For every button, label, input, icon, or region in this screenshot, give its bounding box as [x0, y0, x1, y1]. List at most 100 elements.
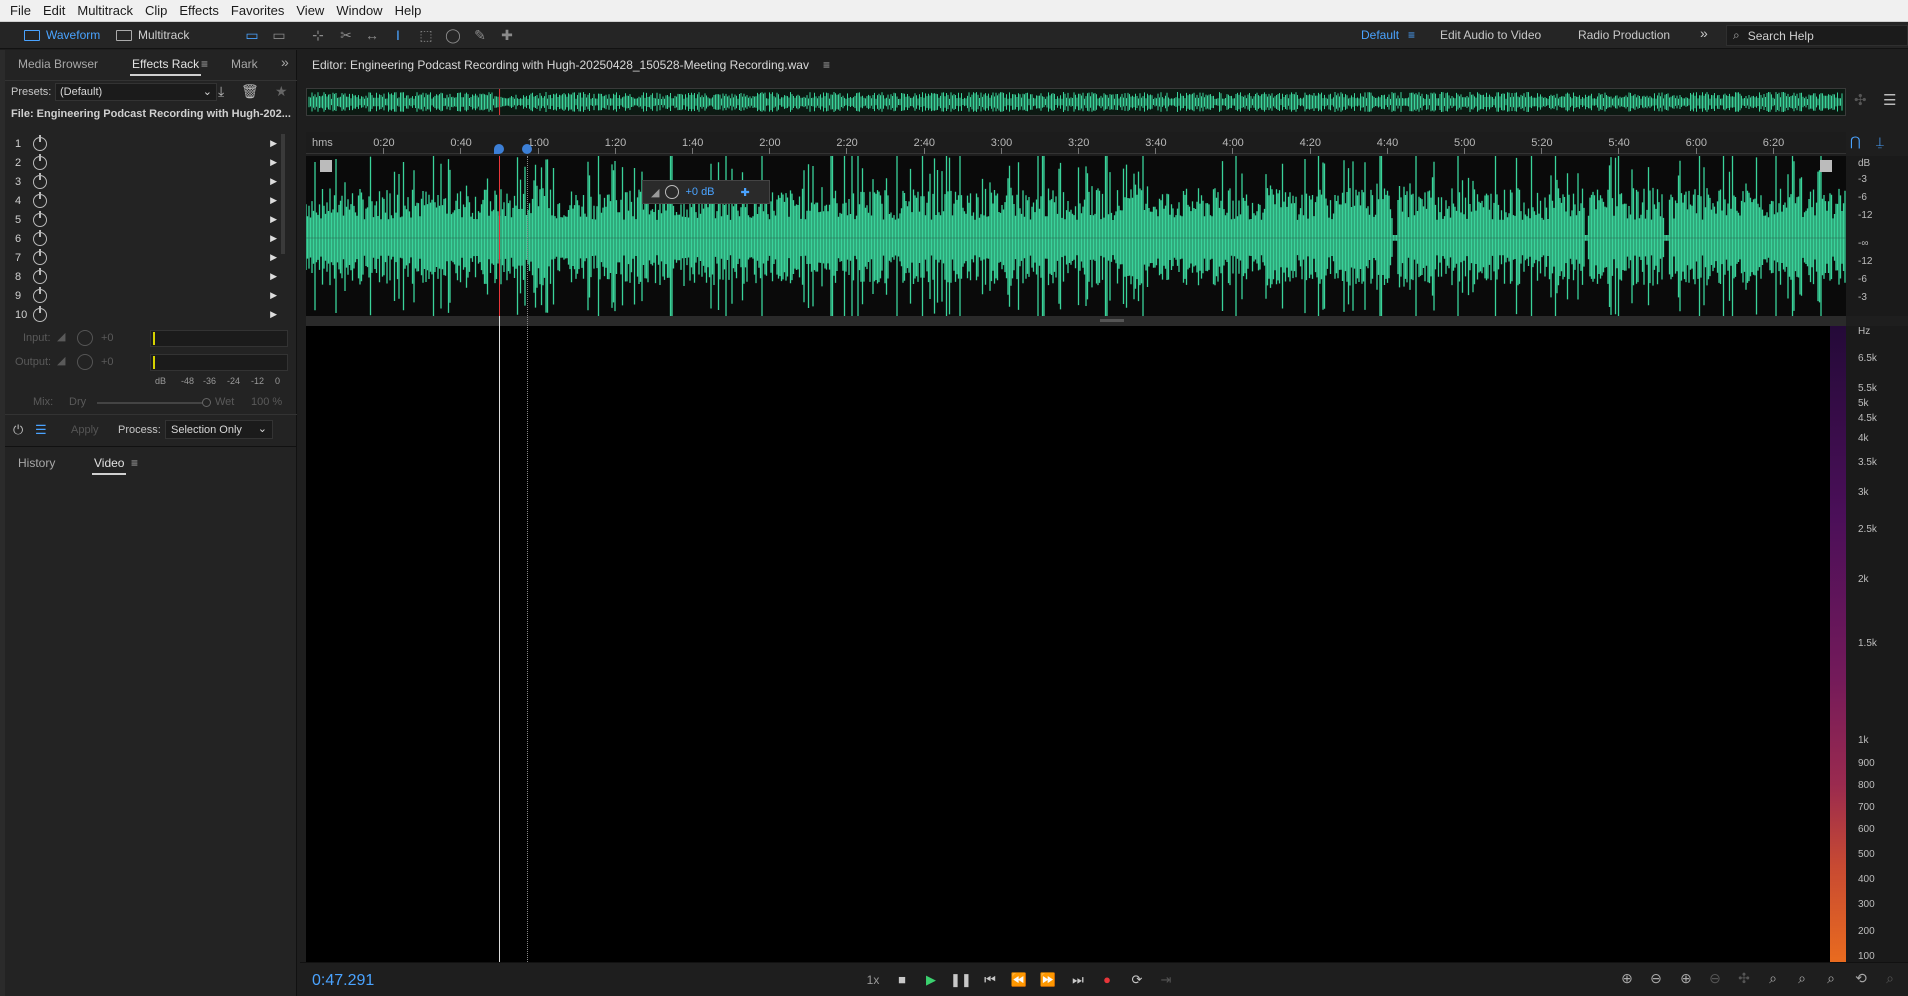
- spot-healing-icon[interactable]: ✚: [497, 26, 517, 44]
- search-help-field[interactable]: ⌕ Search Help: [1726, 25, 1908, 46]
- playback-speed[interactable]: 1x: [863, 972, 883, 988]
- record-button[interactable]: ●: [1097, 972, 1117, 988]
- spectral-pitch-icon[interactable]: ▭: [269, 26, 289, 44]
- expand-arrow-icon[interactable]: ▶: [270, 214, 277, 225]
- rewind-button[interactable]: ⏪: [1009, 972, 1029, 988]
- expand-arrow-icon[interactable]: ▶: [270, 271, 277, 282]
- zoom-in-amplitude-icon[interactable]: ⊕: [1617, 970, 1637, 988]
- waveform-view-button[interactable]: Waveform: [16, 25, 108, 45]
- video-panel-menu-icon[interactable]: ≡: [131, 456, 138, 470]
- time-display[interactable]: 0:47.291: [312, 972, 374, 990]
- brush-tool-icon[interactable]: ✎: [470, 26, 490, 44]
- fast-forward-button[interactable]: ⏩: [1038, 972, 1058, 988]
- zoom-reset-icon[interactable]: ⟲: [1851, 970, 1871, 988]
- next-button[interactable]: ⏭: [1068, 972, 1088, 988]
- pause-button[interactable]: ❚❚: [950, 972, 972, 988]
- favorite-star-icon[interactable]: ★: [275, 83, 288, 100]
- marquee-tool-icon[interactable]: ⬚: [416, 26, 436, 44]
- tab-markers[interactable]: Mark: [231, 57, 258, 71]
- menu-file[interactable]: File: [4, 3, 37, 18]
- spectral-frequency-display[interactable]: [306, 326, 1846, 962]
- zoom-selection-icon[interactable]: ✣: [1734, 970, 1754, 988]
- expand-arrow-icon[interactable]: ▶: [270, 233, 277, 244]
- save-preset-icon[interactable]: ⤓: [218, 83, 224, 100]
- multitrack-view-button[interactable]: Multitrack: [108, 25, 197, 45]
- zoom-in-icon[interactable]: ⌕: [1763, 970, 1783, 988]
- effects-rack-menu-icon[interactable]: ≡: [201, 57, 208, 71]
- time-selection-tool-icon[interactable]: I: [388, 26, 408, 44]
- playhead-line[interactable]: [498, 156, 500, 962]
- previous-button[interactable]: ⏮: [980, 972, 1000, 988]
- panel-more-icon[interactable]: »: [281, 54, 289, 70]
- menu-effects[interactable]: Effects: [173, 3, 225, 18]
- fade-out-handle-icon[interactable]: [1820, 160, 1832, 172]
- effect-slot[interactable]: 7 ▶: [15, 248, 277, 267]
- mix-slider-handle[interactable]: [202, 398, 211, 407]
- menu-view[interactable]: View: [290, 3, 330, 18]
- power-icon[interactable]: [33, 305, 47, 322]
- razor-tool-icon[interactable]: ✂: [336, 26, 356, 44]
- expand-arrow-icon[interactable]: ▶: [270, 309, 277, 320]
- menu-multitrack[interactable]: Multitrack: [71, 3, 139, 18]
- effect-slot[interactable]: 5 ▶: [15, 210, 277, 229]
- output-knob[interactable]: [77, 354, 93, 370]
- apply-button[interactable]: Apply: [71, 424, 99, 436]
- workspace-default[interactable]: Default: [1361, 28, 1399, 42]
- power-icon[interactable]: [33, 248, 47, 265]
- power-icon[interactable]: [33, 191, 47, 208]
- list-icon[interactable]: ☰: [35, 422, 47, 438]
- zoom-out-icon[interactable]: ⌕: [1792, 970, 1812, 988]
- zoom-fit-icon[interactable]: ⌕: [1880, 970, 1900, 988]
- spectral-display-icon[interactable]: ▭: [242, 26, 262, 44]
- zoom-navigator-icon[interactable]: ✣: [1854, 91, 1867, 109]
- expand-arrow-icon[interactable]: ▶: [270, 252, 277, 263]
- skip-selection-button[interactable]: ⇥: [1156, 972, 1176, 988]
- zoom-out-amplitude-icon[interactable]: ⊖: [1646, 970, 1666, 988]
- power-icon[interactable]: [33, 172, 47, 189]
- zoom-in-point-icon[interactable]: ⌕: [1821, 970, 1841, 988]
- delete-preset-icon[interactable]: 🗑: [241, 83, 259, 100]
- overview-waveform[interactable]: [306, 88, 1846, 116]
- expand-arrow-icon[interactable]: ▶: [270, 157, 277, 168]
- power-icon[interactable]: [33, 229, 47, 246]
- lasso-tool-icon[interactable]: ◯: [443, 26, 463, 44]
- stop-button[interactable]: ■: [892, 972, 912, 988]
- tab-history[interactable]: History: [18, 456, 55, 470]
- tab-media-browser[interactable]: Media Browser: [18, 57, 98, 71]
- mix-slider[interactable]: [97, 398, 211, 407]
- workspace-menu-icon[interactable]: ≡: [1408, 28, 1415, 42]
- play-button[interactable]: ▶: [921, 972, 941, 988]
- expand-arrow-icon[interactable]: ▶: [270, 176, 277, 187]
- effect-slot[interactable]: 6 ▶: [15, 229, 277, 248]
- editor-menu-icon[interactable]: ≡: [823, 58, 830, 72]
- effect-slot[interactable]: 10 ▶: [15, 305, 277, 324]
- zoom-in-time-icon[interactable]: ⊕: [1676, 970, 1696, 988]
- expand-arrow-icon[interactable]: ▶: [270, 138, 277, 149]
- workspace-more-icon[interactable]: »: [1700, 25, 1708, 41]
- presets-dropdown[interactable]: (Default) ⌄: [55, 83, 217, 101]
- waveform-display[interactable]: ◢ +0 dB ✚: [305, 137, 1846, 334]
- menu-help[interactable]: Help: [389, 3, 428, 18]
- panel-options-icon[interactable]: ☰: [1883, 91, 1896, 109]
- workspace-edit-audio-video[interactable]: Edit Audio to Video: [1440, 28, 1541, 42]
- power-icon[interactable]: [33, 210, 47, 227]
- time-ruler[interactable]: hms 0:20 0:40 1:00 1:20 1:40 2:00 2:20 2:40 3:00…: [306, 132, 1846, 154]
- effect-slot[interactable]: 9 ▶: [15, 286, 277, 305]
- zoom-out-full-icon[interactable]: ⊖: [1705, 970, 1725, 988]
- menu-edit[interactable]: Edit: [37, 3, 71, 18]
- pin-marker-icon[interactable]: ⍊: [1876, 134, 1884, 150]
- slots-scrollbar[interactable]: [281, 134, 285, 254]
- power-icon[interactable]: [33, 134, 47, 151]
- power-icon[interactable]: [33, 267, 47, 284]
- tab-video[interactable]: Video: [91, 456, 128, 475]
- expand-arrow-icon[interactable]: ▶: [270, 290, 277, 301]
- power-all-icon[interactable]: ⏻: [13, 422, 23, 438]
- tab-effects-rack[interactable]: Effects Rack: [129, 57, 202, 76]
- workspace-radio-production[interactable]: Radio Production: [1578, 28, 1670, 42]
- effect-slot[interactable]: 3 ▶: [15, 172, 277, 191]
- slip-tool-icon[interactable]: ↔: [362, 26, 382, 44]
- effect-slot[interactable]: 8 ▶: [15, 267, 277, 286]
- power-icon[interactable]: [33, 153, 47, 170]
- effect-slot[interactable]: 2 ▶: [15, 153, 277, 172]
- menu-favorites[interactable]: Favorites: [225, 3, 290, 18]
